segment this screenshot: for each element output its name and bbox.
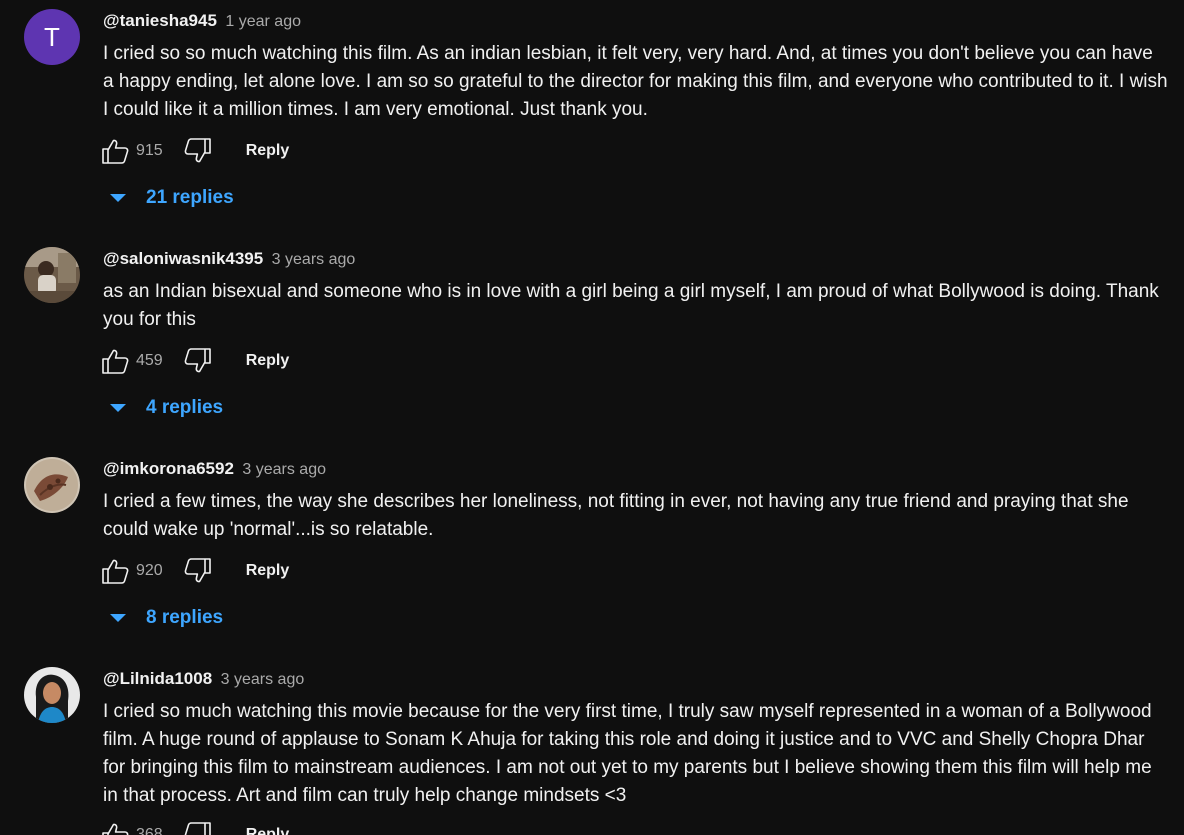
avatar-photo-icon bbox=[24, 667, 80, 723]
comment-author[interactable]: @imkorona6592 bbox=[103, 459, 234, 478]
dislike-icon bbox=[184, 558, 211, 583]
reply-button[interactable]: Reply bbox=[246, 826, 290, 835]
comment-timestamp[interactable]: 3 years ago bbox=[242, 461, 326, 478]
comment-author[interactable]: @taniesha945 bbox=[103, 11, 217, 30]
comment-thread: @imkorona6592 3 years ago I cried a few … bbox=[0, 457, 1184, 647]
comment-author[interactable]: @Lilnida1008 bbox=[103, 669, 212, 688]
view-replies-button[interactable]: 21 replies bbox=[108, 183, 234, 213]
comment-thread: @Lilnida1008 3 years ago I cried so much… bbox=[0, 667, 1184, 835]
like-button[interactable] bbox=[100, 136, 130, 166]
dislike-icon bbox=[184, 138, 211, 163]
view-replies-button[interactable]: 4 replies bbox=[108, 393, 223, 423]
avatar[interactable] bbox=[24, 457, 80, 513]
like-icon bbox=[102, 349, 129, 374]
chevron-down-icon bbox=[110, 614, 126, 622]
chevron-down-icon bbox=[110, 404, 126, 412]
comment-thread: T @taniesha945 1 year ago I cried so so … bbox=[0, 9, 1184, 219]
comment-text: I cried so so much watching this film. A… bbox=[103, 43, 1168, 120]
dislike-button[interactable] bbox=[183, 820, 213, 835]
comment-header: @taniesha945 1 year ago bbox=[103, 11, 301, 33]
avatar-photo-icon bbox=[24, 247, 80, 303]
comment-actions: 920 Reply bbox=[100, 556, 289, 586]
reply-button[interactable]: Reply bbox=[246, 352, 290, 370]
avatar[interactable] bbox=[24, 247, 80, 303]
like-icon bbox=[102, 559, 129, 584]
like-icon bbox=[102, 823, 129, 835]
comment-author[interactable]: @saloniwasnik4395 bbox=[103, 249, 263, 268]
comment-header: @saloniwasnik4395 3 years ago bbox=[103, 249, 355, 271]
comment-actions: 459 Reply bbox=[100, 346, 289, 376]
comment-actions: 368 Reply bbox=[100, 820, 289, 835]
like-count: 459 bbox=[136, 352, 163, 369]
comment-text: I cried a few times, the way she describ… bbox=[103, 491, 1129, 540]
like-count: 368 bbox=[136, 826, 163, 835]
replies-count: 8 replies bbox=[146, 607, 224, 628]
like-button[interactable] bbox=[100, 556, 130, 586]
dislike-button[interactable] bbox=[183, 346, 213, 376]
replies-count: 4 replies bbox=[146, 397, 224, 418]
comment-timestamp[interactable]: 3 years ago bbox=[272, 251, 356, 268]
dislike-icon bbox=[184, 348, 211, 373]
comment-header: @imkorona6592 3 years ago bbox=[103, 459, 326, 481]
reply-button[interactable]: Reply bbox=[246, 142, 290, 160]
dislike-icon bbox=[184, 822, 211, 835]
avatar[interactable]: T bbox=[24, 9, 80, 65]
like-count: 915 bbox=[136, 142, 163, 159]
comments-section: T @taniesha945 1 year ago I cried so so … bbox=[0, 0, 1184, 835]
chevron-down-icon bbox=[110, 194, 126, 202]
dislike-button[interactable] bbox=[183, 136, 213, 166]
like-button[interactable] bbox=[100, 820, 130, 835]
reply-button[interactable]: Reply bbox=[246, 562, 290, 580]
avatar[interactable] bbox=[24, 667, 80, 723]
comment-header: @Lilnida1008 3 years ago bbox=[103, 669, 304, 691]
comment-timestamp[interactable]: 3 years ago bbox=[221, 671, 305, 688]
replies-count: 21 replies bbox=[146, 187, 234, 208]
comment-text: as an Indian bisexual and someone who is… bbox=[103, 281, 1159, 330]
comment-actions: 915 Reply bbox=[100, 136, 289, 166]
like-button[interactable] bbox=[100, 346, 130, 376]
comment-timestamp[interactable]: 1 year ago bbox=[225, 13, 301, 30]
like-count: 920 bbox=[136, 562, 163, 579]
avatar-photo-icon bbox=[24, 457, 80, 513]
comment-text: I cried so much watching this movie beca… bbox=[103, 701, 1152, 806]
like-icon bbox=[102, 139, 129, 164]
view-replies-button[interactable]: 8 replies bbox=[108, 603, 223, 633]
dislike-button[interactable] bbox=[183, 556, 213, 586]
comment-thread: @saloniwasnik4395 3 years ago as an Indi… bbox=[0, 247, 1184, 437]
